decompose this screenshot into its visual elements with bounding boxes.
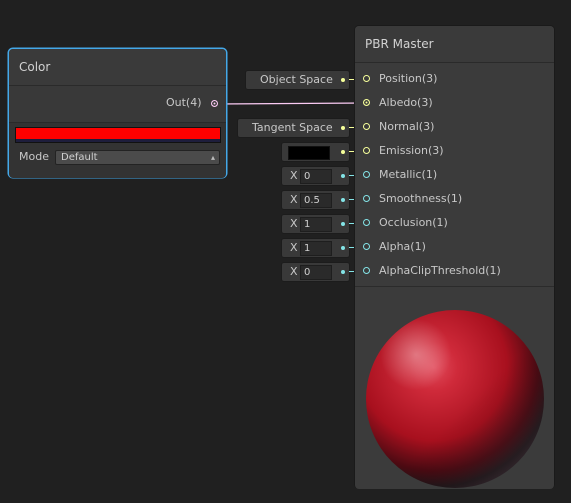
- axis-label: X: [290, 265, 298, 278]
- slot-label: Alpha(1): [379, 240, 426, 253]
- color-output-row: Out(4): [166, 94, 218, 112]
- slot-label: Occlusion(1): [379, 216, 448, 229]
- input-port-icon[interactable]: [363, 75, 370, 82]
- emission-color-swatch[interactable]: [288, 146, 330, 160]
- smoothness-input[interactable]: 0.5: [300, 193, 332, 208]
- slot-label: Smoothness(1): [379, 192, 463, 205]
- slot-alpha-clip-threshold[interactable]: AlphaClipThreshold(1): [355, 262, 554, 280]
- pbr-master-title: PBR Master: [355, 26, 554, 63]
- connector-dot-icon: [341, 222, 345, 226]
- pbr-master-node[interactable]: PBR Master Position(3) Albedo(3) Normal(…: [355, 26, 554, 489]
- slot-occlusion[interactable]: Occlusion(1): [355, 214, 554, 232]
- color-node-title: Color: [9, 49, 226, 86]
- connector-dot-icon: [341, 78, 345, 82]
- color-node[interactable]: Color Out(4) Mode Default ▴: [9, 49, 226, 178]
- slot-label: Metallic(1): [379, 168, 438, 181]
- dropdown-arrow-icon: ▴: [210, 153, 215, 162]
- input-port-icon[interactable]: [363, 171, 370, 178]
- alpha-input[interactable]: 1: [300, 241, 332, 256]
- normal-space-value: Tangent Space: [252, 121, 333, 134]
- color-properties: Mode Default ▴: [9, 122, 226, 178]
- slot-label: Albedo(3): [379, 96, 433, 109]
- slot-label: Position(3): [379, 72, 438, 85]
- mode-dropdown[interactable]: Default ▴: [55, 150, 220, 165]
- connector-dot-icon: [341, 150, 345, 154]
- preview-sphere: [366, 310, 544, 488]
- metallic-field[interactable]: X 0: [282, 167, 349, 185]
- emission-field[interactable]: [282, 143, 349, 161]
- normal-space-field[interactable]: Tangent Space: [238, 119, 349, 137]
- slot-position[interactable]: Position(3): [355, 70, 554, 88]
- slot-albedo[interactable]: Albedo(3): [355, 94, 554, 112]
- color-output-label: Out(4): [165, 96, 202, 109]
- position-space-field[interactable]: Object Space: [246, 71, 349, 89]
- input-port-icon[interactable]: [363, 147, 370, 154]
- alpha-field[interactable]: X 1: [282, 239, 349, 257]
- alpha-clip-field[interactable]: X 0: [282, 263, 349, 281]
- input-port-icon[interactable]: [363, 267, 370, 274]
- input-port-icon[interactable]: [363, 123, 370, 130]
- connector-dot-icon: [341, 198, 345, 202]
- connector-dot-icon: [341, 246, 345, 250]
- slot-alpha[interactable]: Alpha(1): [355, 238, 554, 256]
- input-port-icon[interactable]: [363, 195, 370, 202]
- smoothness-field[interactable]: X 0.5: [282, 191, 349, 209]
- alpha-clip-input[interactable]: 0: [300, 265, 332, 280]
- input-port-icon[interactable]: [363, 219, 370, 226]
- axis-label: X: [290, 217, 298, 230]
- slot-label: Normal(3): [379, 120, 435, 133]
- slot-label: AlphaClipThreshold(1): [379, 264, 501, 277]
- slot-emission[interactable]: Emission(3): [355, 142, 554, 160]
- connector-dot-icon: [341, 270, 345, 274]
- slot-label: Emission(3): [379, 144, 444, 157]
- connector-dot-icon: [341, 174, 345, 178]
- slot-normal[interactable]: Normal(3): [355, 118, 554, 136]
- position-space-value: Object Space: [260, 73, 333, 86]
- occlusion-input[interactable]: 1: [300, 217, 332, 232]
- material-preview[interactable]: [355, 286, 554, 489]
- input-port-connected-icon[interactable]: [363, 99, 370, 106]
- mode-value: Default: [61, 152, 98, 163]
- mode-label: Mode: [19, 150, 49, 163]
- slot-smoothness[interactable]: Smoothness(1): [355, 190, 554, 208]
- axis-label: X: [290, 193, 298, 206]
- slot-metallic[interactable]: Metallic(1): [355, 166, 554, 184]
- input-port-icon[interactable]: [363, 243, 370, 250]
- connector-dot-icon: [341, 126, 345, 130]
- output-port-icon[interactable]: [211, 99, 218, 107]
- axis-label: X: [290, 169, 298, 182]
- color-swatch[interactable]: [15, 127, 221, 143]
- metallic-input[interactable]: 0: [300, 169, 332, 184]
- occlusion-field[interactable]: X 1: [282, 215, 349, 233]
- axis-label: X: [290, 241, 298, 254]
